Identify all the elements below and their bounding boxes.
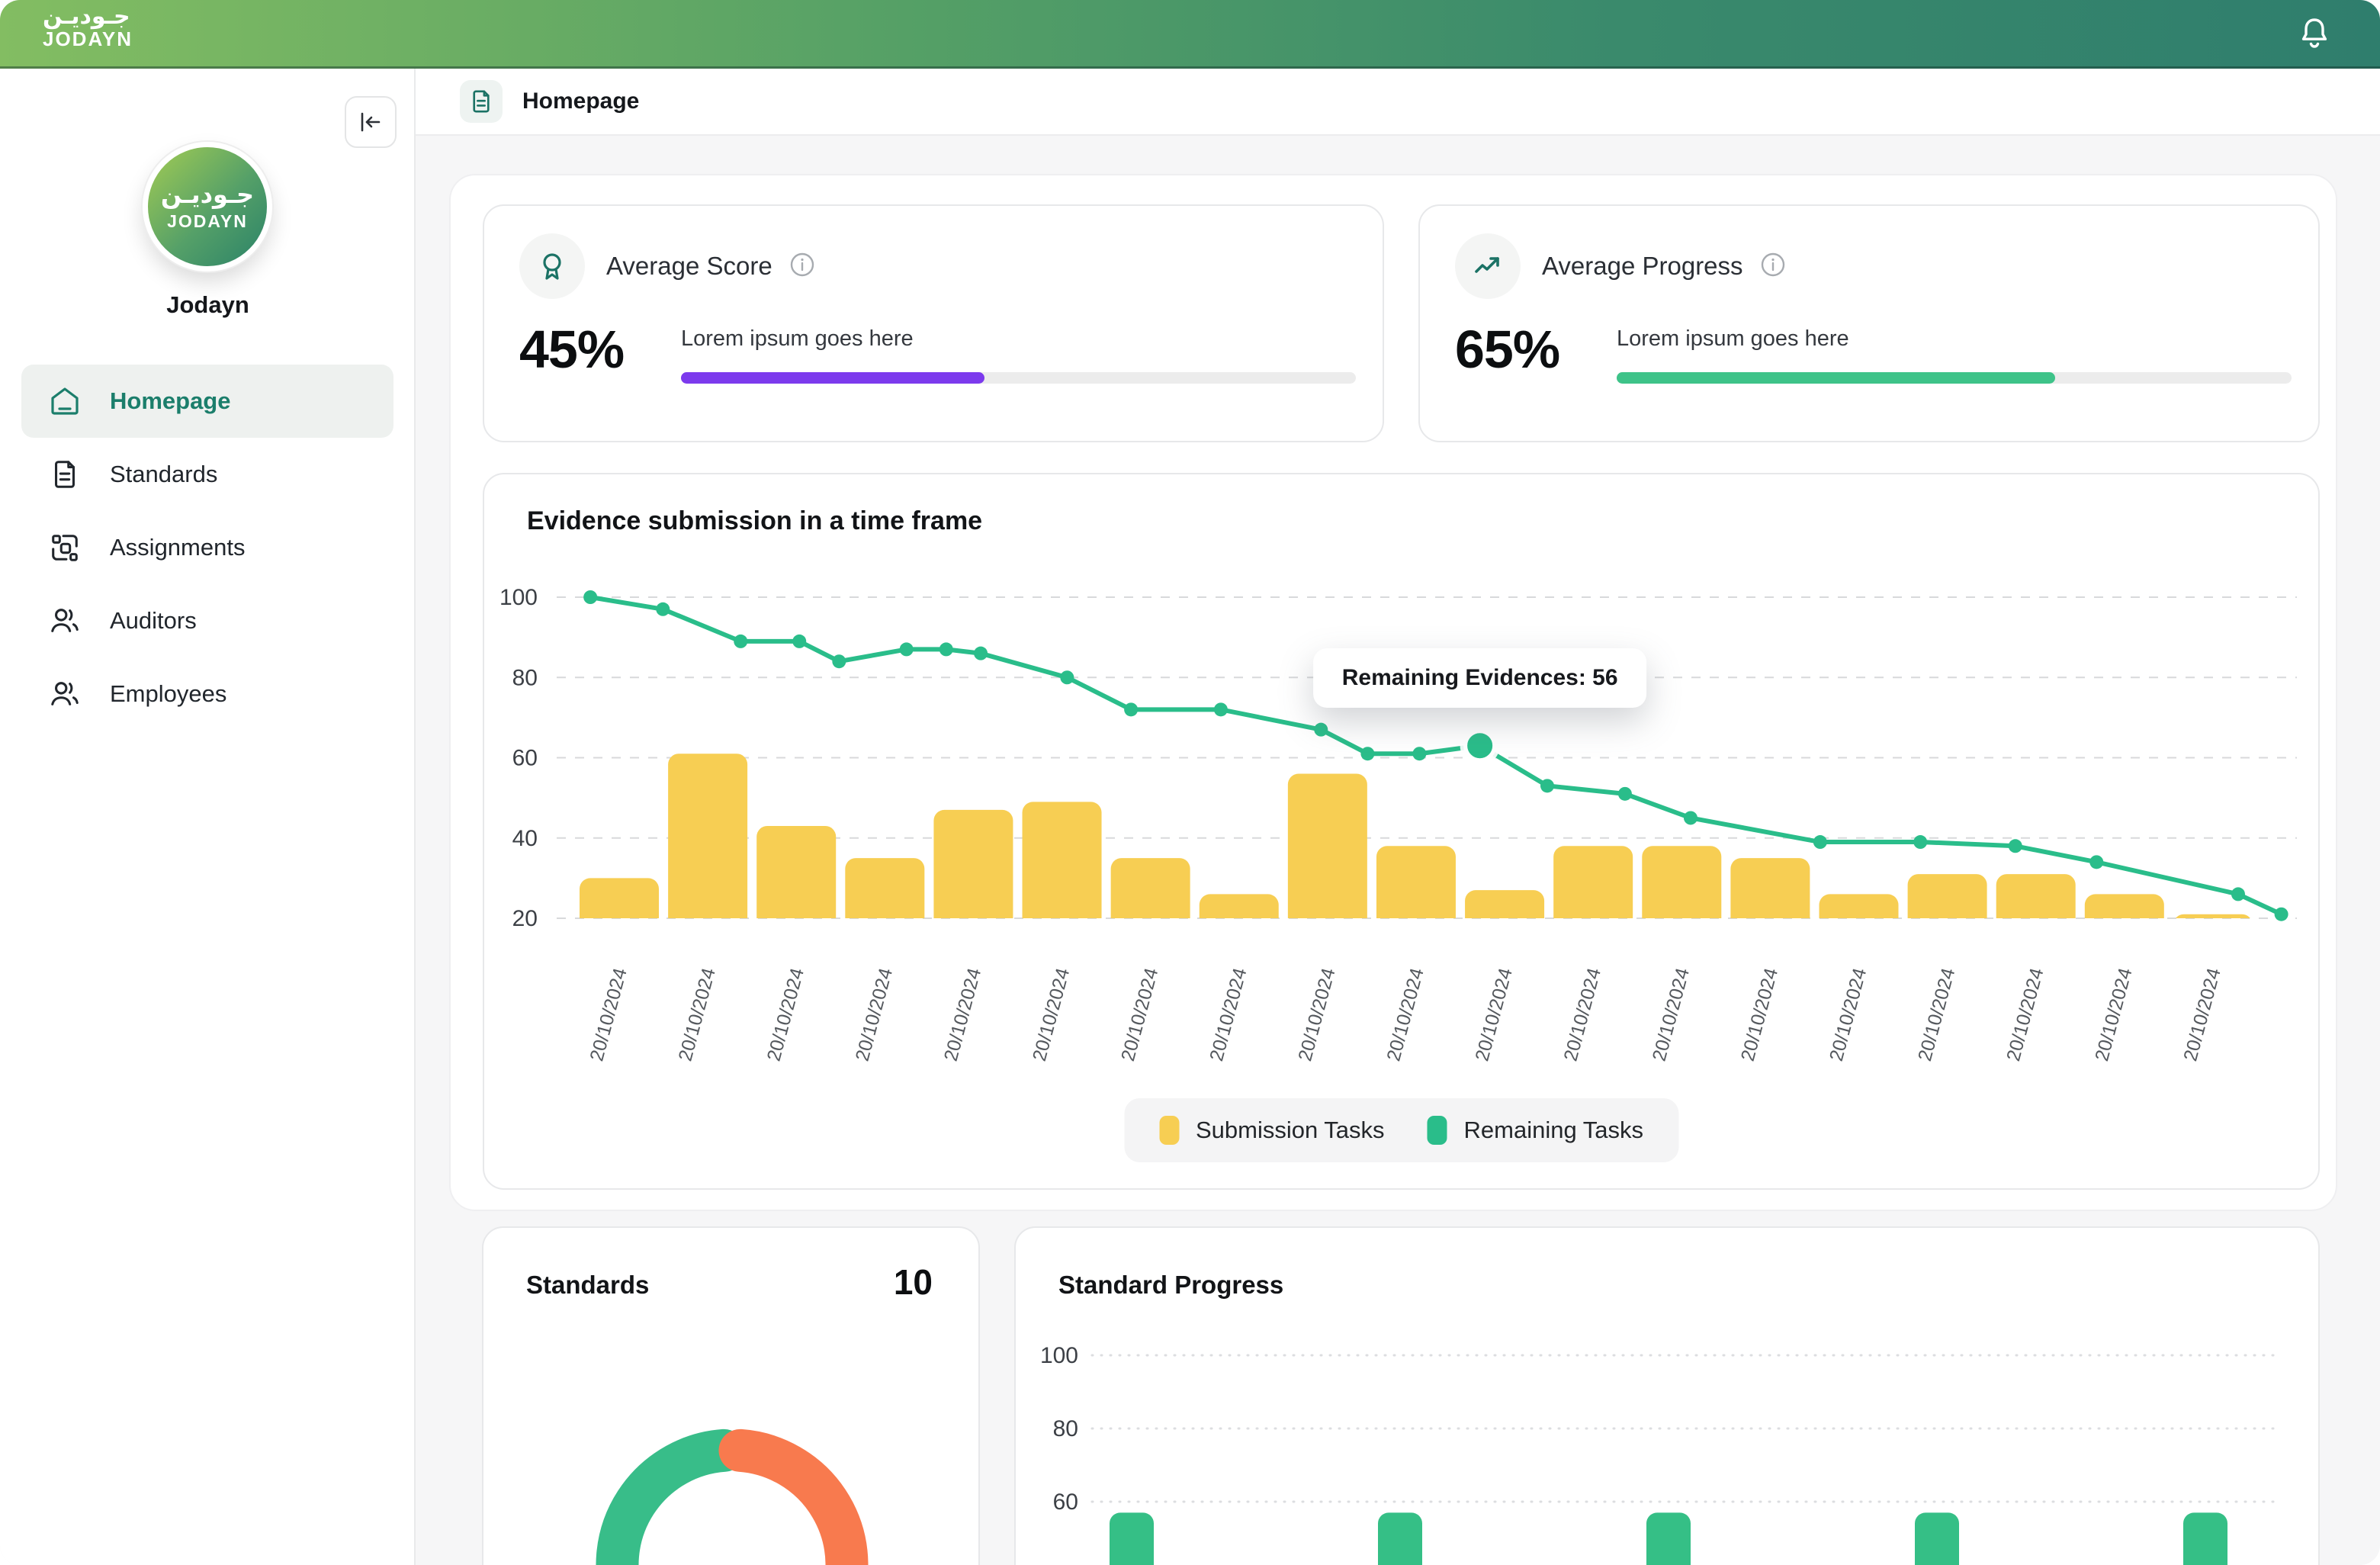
average-progress-title: Average Progress bbox=[1542, 252, 1743, 281]
svg-text:80: 80 bbox=[1053, 1416, 1078, 1441]
evidence-chart-card: Evidence submission in a time frame 100 8… bbox=[483, 473, 2320, 1190]
average-progress-description: Lorem ipsum goes here bbox=[1617, 326, 1849, 352]
info-icon[interactable] bbox=[789, 252, 815, 281]
notifications-bell-icon[interactable] bbox=[2296, 15, 2333, 52]
medal-icon bbox=[519, 233, 585, 299]
brand-logo-arabic: جـوديـن bbox=[43, 5, 133, 29]
svg-text:20/10/2024: 20/10/2024 bbox=[763, 966, 808, 1063]
svg-text:60: 60 bbox=[1053, 1489, 1078, 1515]
svg-text:60: 60 bbox=[512, 746, 538, 771]
average-progress-progress-fill bbox=[1617, 372, 2055, 384]
average-score-progress-fill bbox=[681, 372, 984, 384]
sidebar-item-label: Homepage bbox=[110, 387, 230, 415]
svg-text:20/10/2024: 20/10/2024 bbox=[2179, 966, 2224, 1063]
average-score-description: Lorem ipsum goes here bbox=[681, 326, 914, 352]
submission-tasks-swatch bbox=[1159, 1116, 1179, 1145]
document-icon bbox=[47, 457, 82, 492]
average-score-title: Average Score bbox=[606, 252, 772, 281]
remaining-tasks-swatch bbox=[1428, 1116, 1447, 1145]
evidence-chart-title: Evidence submission in a time frame bbox=[527, 506, 982, 536]
average-score-value: 45% bbox=[519, 319, 624, 380]
legend-item-remaining-tasks[interactable]: Remaining Tasks bbox=[1428, 1116, 1643, 1145]
org-avatar: جـوديـن JODAYN bbox=[143, 142, 272, 272]
svg-text:100: 100 bbox=[1040, 1343, 1078, 1368]
breadcrumb-document-icon bbox=[460, 80, 503, 123]
svg-text:20/10/2024: 20/10/2024 bbox=[1383, 966, 1428, 1063]
svg-text:20/10/2024: 20/10/2024 bbox=[1737, 966, 1782, 1063]
standards-card: Standards 10 bbox=[482, 1226, 980, 1565]
users-icon bbox=[47, 676, 82, 712]
info-icon[interactable] bbox=[1760, 252, 1786, 281]
svg-text:20/10/2024: 20/10/2024 bbox=[1206, 966, 1251, 1063]
average-progress-value: 65% bbox=[1455, 319, 1559, 380]
sidebar-item-homepage[interactable]: Homepage bbox=[21, 365, 393, 438]
evidence-chart[interactable]: 100 80 60 40 20 20/10/2024 20/10/2024 20/10/202… bbox=[484, 566, 2318, 1069]
standard-progress-card: Standard Progress 100806040 bbox=[1014, 1226, 2320, 1565]
breadcrumb[interactable]: Homepage bbox=[522, 88, 639, 114]
svg-text:20/10/2024: 20/10/2024 bbox=[1560, 966, 1605, 1063]
sidebar: جـوديـن JODAYN Jodayn Homepage Standards bbox=[0, 69, 416, 1565]
svg-text:20/10/2024: 20/10/2024 bbox=[2003, 966, 2048, 1063]
average-progress-card: Average Progress 65% Lorem ipsum goes he… bbox=[1418, 204, 2320, 442]
svg-text:80: 80 bbox=[512, 665, 538, 690]
main-content: Homepage Average Score 45% Lorem ipsum bbox=[416, 69, 2380, 1565]
svg-text:20/10/2024: 20/10/2024 bbox=[1914, 966, 1959, 1063]
svg-text:20/10/2024: 20/10/2024 bbox=[2091, 966, 2136, 1063]
svg-text:20/10/2024: 20/10/2024 bbox=[1117, 966, 1162, 1063]
svg-text:20/10/2024: 20/10/2024 bbox=[1294, 966, 1339, 1063]
average-score-card: Average Score 45% Lorem ipsum goes here bbox=[483, 204, 1384, 442]
chart-legend: Submission Tasks Remaining Tasks bbox=[1124, 1098, 1678, 1162]
trending-up-icon bbox=[1455, 233, 1521, 299]
legend-item-submission-tasks[interactable]: Submission Tasks bbox=[1159, 1116, 1385, 1145]
svg-text:20/10/2024: 20/10/2024 bbox=[1649, 966, 1694, 1063]
sidebar-item-standards[interactable]: Standards bbox=[21, 438, 393, 511]
chart-tooltip: Remaining Evidences: 56 bbox=[1313, 648, 1647, 708]
average-score-progressbar bbox=[681, 372, 1356, 384]
sidebar-item-label: Assignments bbox=[110, 534, 245, 561]
home-icon bbox=[47, 384, 82, 419]
sidebar-collapse-button[interactable] bbox=[345, 96, 397, 148]
standard-progress-title: Standard Progress bbox=[1058, 1271, 1283, 1300]
standards-donut-chart[interactable] bbox=[483, 1228, 978, 1565]
topbar: جـوديـن JODAYN bbox=[0, 0, 2380, 69]
sidebar-item-assignments[interactable]: Assignments bbox=[21, 511, 393, 584]
svg-text:20/10/2024: 20/10/2024 bbox=[586, 966, 631, 1063]
average-progress-header: Average Progress bbox=[1455, 233, 1786, 299]
standard-progress-chart[interactable]: 100806040 bbox=[1016, 1312, 2318, 1565]
svg-text:40: 40 bbox=[512, 826, 538, 851]
average-score-header: Average Score bbox=[519, 233, 815, 299]
svg-text:20/10/2024: 20/10/2024 bbox=[1029, 966, 1074, 1063]
sidebar-item-label: Standards bbox=[110, 461, 217, 488]
svg-text:20/10/2024: 20/10/2024 bbox=[852, 966, 897, 1063]
average-progress-progressbar bbox=[1617, 372, 2292, 384]
sidebar-item-label: Auditors bbox=[110, 607, 197, 635]
svg-text:100: 100 bbox=[499, 585, 538, 610]
org-avatar-arabic: جـوديـن bbox=[161, 182, 254, 207]
org-name: Jodayn bbox=[0, 291, 416, 319]
brand-logo: جـوديـن JODAYN bbox=[43, 5, 133, 50]
sidebar-nav: Homepage Standards Assignment bbox=[21, 365, 393, 731]
svg-text:20/10/2024: 20/10/2024 bbox=[940, 966, 985, 1063]
users-icon bbox=[47, 603, 82, 638]
sidebar-item-label: Employees bbox=[110, 680, 226, 708]
svg-text:20/10/2024: 20/10/2024 bbox=[1826, 966, 1871, 1063]
sidebar-item-auditors[interactable]: Auditors bbox=[21, 584, 393, 657]
breadcrumb-bar: Homepage bbox=[416, 69, 2380, 136]
app-root: جـوديـن JODAYN جـوديـن JODAYN Jodayn bbox=[0, 0, 2380, 1565]
svg-text:20/10/2024: 20/10/2024 bbox=[674, 966, 719, 1063]
org-avatar-latin: JODAYN bbox=[167, 211, 248, 232]
assignments-icon bbox=[47, 530, 82, 565]
sidebar-item-employees[interactable]: Employees bbox=[21, 657, 393, 731]
svg-text:20/10/2024: 20/10/2024 bbox=[1471, 966, 1516, 1063]
svg-text:20: 20 bbox=[512, 906, 538, 931]
brand-logo-latin: JODAYN bbox=[43, 29, 133, 50]
